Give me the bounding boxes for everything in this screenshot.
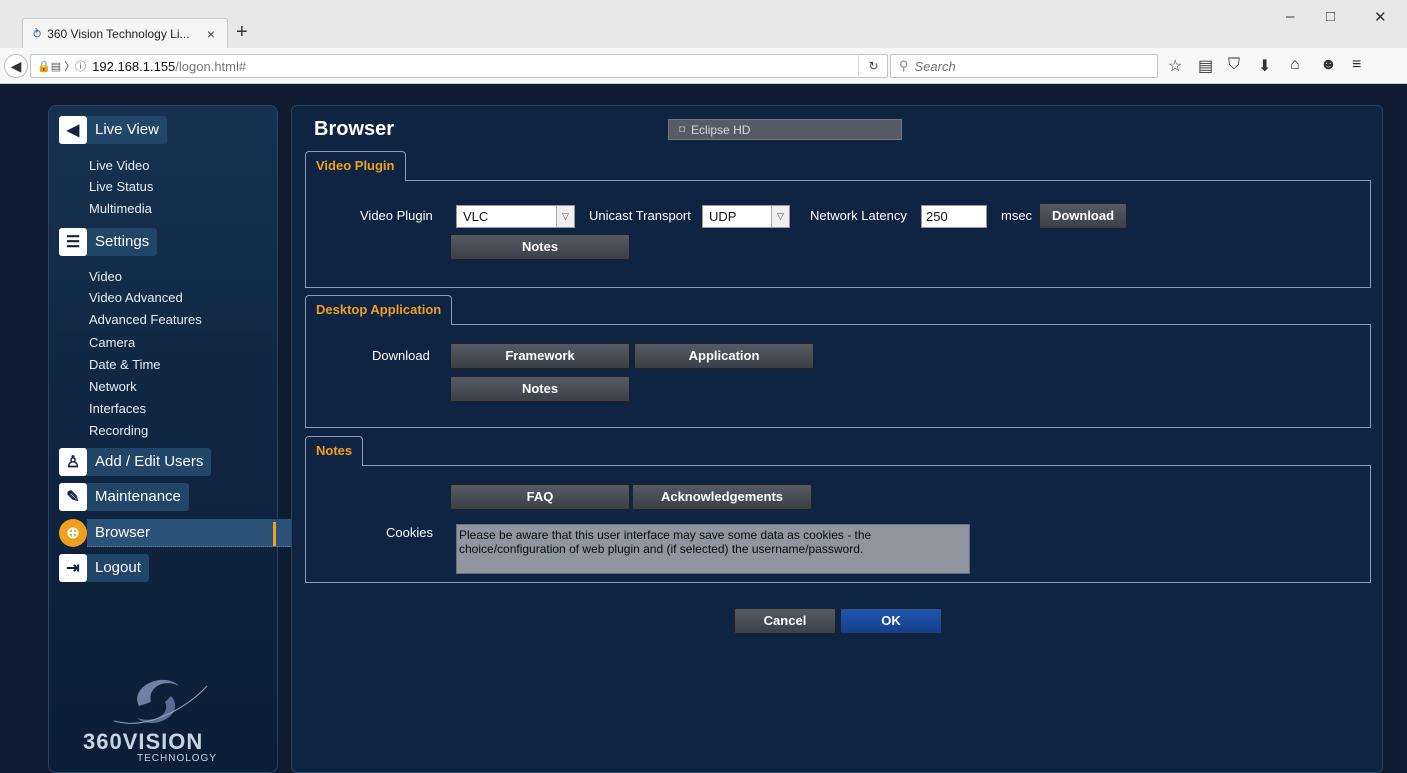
- framework-button[interactable]: Framework: [450, 343, 630, 369]
- camera-icon: ◀: [59, 116, 87, 144]
- application-button[interactable]: Application: [634, 343, 814, 369]
- nav-item-advanced-features[interactable]: Advanced Features: [89, 312, 202, 327]
- browser-navbar: ◀ 🔒▤ 〉ⓘ 192.168.1.155/logon.html# ↻ ⚲: [0, 48, 1407, 84]
- nav-label: Logout: [87, 554, 149, 582]
- faq-button[interactable]: FAQ: [450, 484, 630, 510]
- acknowledgements-button[interactable]: Acknowledgements: [632, 484, 812, 510]
- nav-label: Browser: [87, 519, 297, 547]
- logo-subtext: TECHNOLOGY: [137, 753, 218, 764]
- nav-label: Live View: [87, 116, 167, 144]
- video-plugin-label: Video Plugin: [360, 208, 433, 223]
- search-icon: ⚲: [899, 58, 909, 73]
- main-panel: Browser ◘ Eclipse HD Video Plugin Video …: [291, 105, 1383, 773]
- notes-tab: Notes: [305, 436, 364, 466]
- minimize-icon[interactable]: –: [1286, 8, 1294, 25]
- logo-swoosh-icon: [113, 679, 208, 724]
- video-plugin-tab: Video Plugin: [305, 151, 406, 181]
- unicast-transport-label: Unicast Transport: [589, 208, 691, 223]
- maximize-icon[interactable]: □: [1326, 8, 1335, 25]
- unicast-transport-select[interactable]: UDP ▽: [702, 205, 790, 228]
- network-latency-label: Network Latency: [810, 208, 907, 223]
- nav-logout[interactable]: ⇥ Logout: [59, 554, 149, 582]
- reading-list-icon[interactable]: ▤: [1198, 56, 1213, 76]
- desktop-application-tab: Desktop Application: [305, 295, 453, 325]
- url-bar[interactable]: 🔒▤ 〉ⓘ 192.168.1.155/logon.html#: [30, 54, 888, 78]
- nav-item-camera[interactable]: Camera: [89, 335, 135, 350]
- url-host: 192.168.1.155: [92, 58, 176, 74]
- home-icon[interactable]: ⌂: [1290, 56, 1300, 74]
- desktop-download-label: Download: [372, 348, 430, 363]
- device-name: Eclipse HD: [691, 122, 751, 137]
- page-title: Browser: [314, 118, 395, 140]
- tab-title: 360 Vision Technology Li...: [47, 26, 190, 41]
- chevron-down-icon: ▽: [556, 206, 574, 227]
- nav-item-interfaces[interactable]: Interfaces: [89, 401, 146, 416]
- ok-button[interactable]: OK: [840, 608, 942, 634]
- site-info-icon[interactable]: 🔒▤ 〉ⓘ: [37, 58, 86, 74]
- nav-item-video-advanced[interactable]: Video Advanced: [89, 290, 183, 305]
- nav-item-date-time[interactable]: Date & Time: [89, 357, 161, 372]
- desktop-notes-button[interactable]: Notes: [450, 376, 630, 402]
- sidebar: ◀ Live View Live Video Live Status Multi…: [48, 105, 297, 773]
- nav-browser[interactable]: ⊕ Browser: [59, 519, 297, 547]
- back-arrow-icon[interactable]: ◀: [4, 54, 28, 78]
- active-indicator: [273, 522, 276, 546]
- favicon-icon: ⥁: [33, 26, 42, 41]
- bookmark-star-icon[interactable]: ☆: [1168, 56, 1182, 76]
- network-latency-input[interactable]: [921, 205, 987, 228]
- device-name-box: ◘ Eclipse HD: [668, 119, 902, 140]
- video-plugin-value: VLC: [463, 209, 489, 224]
- nav-item-recording[interactable]: Recording: [89, 423, 148, 438]
- plugin-download-button[interactable]: Download: [1039, 203, 1127, 229]
- new-tab-button[interactable]: +: [236, 22, 248, 42]
- logo-text: 360VISION: [83, 729, 204, 754]
- search-bar[interactable]: ⚲: [890, 54, 1158, 78]
- cookies-label: Cookies: [386, 525, 433, 540]
- sliders-icon: ☰: [59, 228, 87, 256]
- plugin-notes-button[interactable]: Notes: [450, 234, 630, 260]
- close-window-icon[interactable]: ✕: [1374, 8, 1387, 26]
- nav-settings[interactable]: ☰ Settings: [59, 228, 158, 256]
- globe-icon: ⊕: [59, 519, 87, 547]
- search-input[interactable]: [914, 58, 1145, 74]
- tab-close-icon[interactable]: ×: [201, 26, 221, 42]
- page: ◀ Live View Live Video Live Status Multi…: [0, 85, 1407, 773]
- browser-tab-strip: ⥁ 360 Vision Technology Li... × + – □ ✕: [0, 0, 1407, 48]
- nav-label: Maintenance: [87, 483, 189, 511]
- url-path: /logon.html#: [175, 58, 247, 74]
- chevron-down-icon: ▽: [771, 206, 789, 227]
- video-plugin-select[interactable]: VLC ▽: [456, 205, 575, 228]
- unicast-transport-value: UDP: [709, 209, 737, 224]
- menu-icon[interactable]: ≡: [1352, 56, 1361, 74]
- nav-maintenance[interactable]: ✎ Maintenance: [59, 483, 189, 511]
- nav-label: Add / Edit Users: [87, 448, 212, 476]
- nav-item-live-video[interactable]: Live Video: [89, 158, 149, 173]
- latency-unit-label: msec: [1001, 208, 1033, 223]
- logout-icon: ⇥: [59, 554, 87, 582]
- nav-live-view[interactable]: ◀ Live View: [59, 116, 167, 144]
- cookies-notice: Please be aware that this user interface…: [456, 524, 970, 574]
- nav-label: Settings: [87, 228, 158, 256]
- camera-small-icon: ◘: [679, 124, 686, 135]
- nav-item-multimedia[interactable]: Multimedia: [89, 201, 152, 216]
- nav-item-video[interactable]: Video: [89, 269, 122, 284]
- nav-item-network[interactable]: Network: [89, 379, 137, 394]
- cancel-button[interactable]: Cancel: [734, 608, 836, 634]
- browser-tab[interactable]: ⥁ 360 Vision Technology Li... ×: [22, 18, 228, 48]
- nav-add-edit-users[interactable]: ♙ Add / Edit Users: [59, 448, 212, 476]
- download-icon[interactable]: ⬇: [1258, 56, 1271, 76]
- wrench-icon: ✎: [59, 483, 87, 511]
- nav-item-live-status[interactable]: Live Status: [89, 179, 153, 194]
- pocket-icon[interactable]: ⛉: [1228, 56, 1240, 74]
- reload-icon[interactable]: ↻: [858, 54, 888, 78]
- add-user-icon: ♙: [59, 448, 87, 476]
- extension-icon[interactable]: ☻: [1320, 56, 1337, 74]
